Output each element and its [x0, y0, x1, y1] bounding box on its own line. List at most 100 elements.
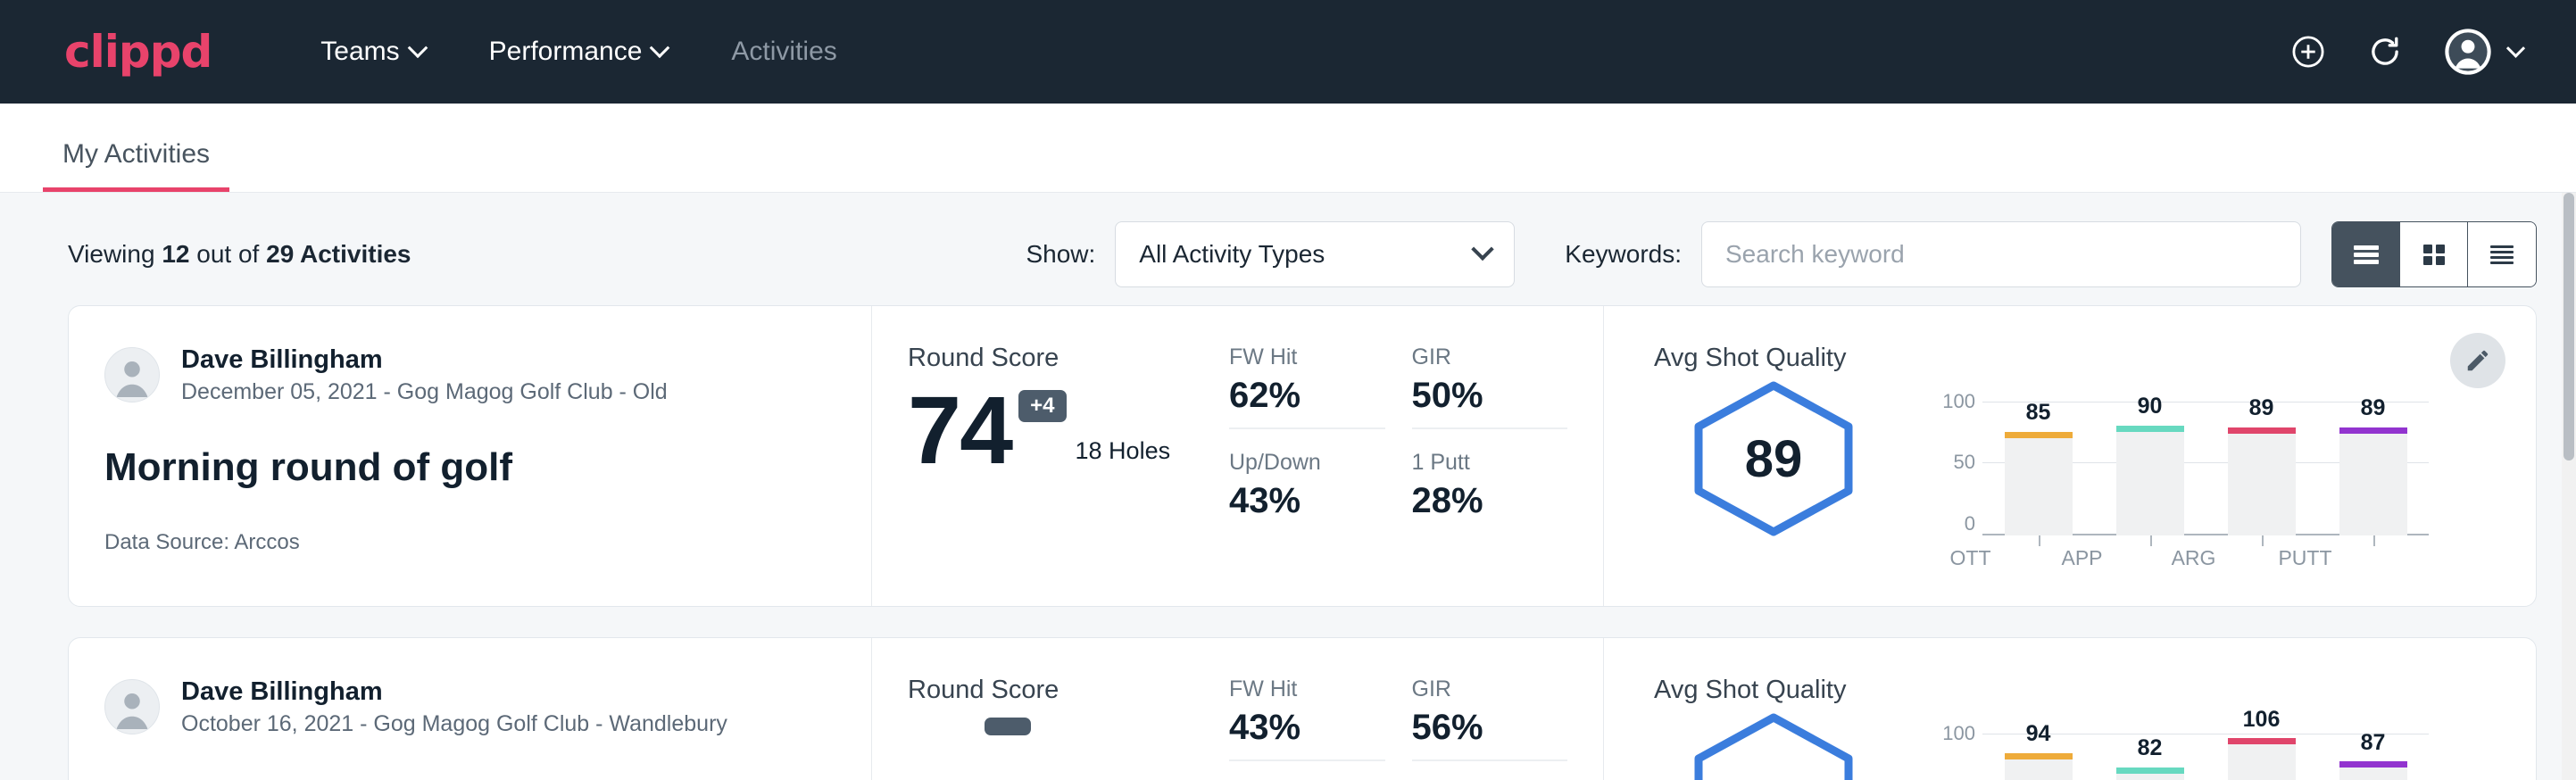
bar-app: 82 — [2116, 734, 2184, 780]
bar-arg: 106 — [2228, 734, 2296, 780]
bar-ott: 94 — [2005, 734, 2073, 780]
bar-app-cap — [2116, 426, 2184, 432]
viewing-prefix: Viewing — [68, 240, 155, 268]
stat-gir-value: 50% — [1412, 378, 1568, 413]
quality-hexagon: 89 — [1684, 378, 1863, 539]
add-activity-button[interactable] — [2289, 33, 2327, 71]
avg-shot-quality-body: 89 100 50 0 — [1654, 378, 2536, 570]
stat-one-putt-label: 1 Putt — [1412, 449, 1568, 476]
plus-circle-icon — [2289, 33, 2327, 71]
top-bar-actions — [2289, 27, 2544, 77]
show-label: Show: — [1026, 240, 1095, 269]
round-stats: FW Hit 62% GIR 50% Up/Down 43% 1 Putt 28… — [1229, 306, 1604, 606]
stat-gir-value: 56% — [1412, 709, 1568, 745]
filter-controls: Show: All Activity Types Keywords: — [1026, 221, 2537, 287]
account-menu[interactable] — [2443, 27, 2522, 77]
chevron-down-icon — [650, 37, 670, 58]
stat-up-down: Up/Down 43% — [1229, 449, 1385, 533]
score-to-par-badge — [985, 718, 1031, 735]
chart-bars: 85 90 — [1982, 402, 2429, 535]
refresh-button[interactable] — [2366, 33, 2404, 71]
avg-shot-quality-body: 100 50 0 94 — [1654, 710, 2536, 780]
bar-arg: 89 — [2228, 402, 2296, 535]
clippd-logo[interactable]: clippd — [64, 29, 212, 74]
bar-ott: 85 — [2005, 402, 2073, 535]
stat-gir-label: GIR — [1412, 676, 1568, 702]
tick-arg — [2262, 535, 2264, 546]
round-stats: FW Hit 43% GIR 56% — [1229, 638, 1604, 780]
holes-played: 18 Holes — [1076, 437, 1171, 465]
nav-item-teams[interactable]: Teams — [288, 28, 456, 76]
quality-hexagon — [1684, 710, 1863, 780]
top-navigation-bar: clippd Teams Performance Activities — [0, 0, 2576, 104]
activity-type-select[interactable]: All Activity Types — [1115, 221, 1515, 287]
view-mode-toggle — [2331, 221, 2537, 287]
quality-score-value — [1684, 710, 1863, 780]
viewing-total: 29 Activities — [266, 240, 411, 268]
avatar — [104, 679, 160, 734]
nav-item-teams-label: Teams — [320, 37, 399, 67]
round-score-value-row: 74 +4 18 Holes — [908, 386, 1229, 474]
stat-fw-hit-value: 62% — [1229, 378, 1385, 413]
nav-item-performance-label: Performance — [489, 37, 643, 67]
chart-x-labels: OTT APP ARG PUTT — [1915, 546, 2361, 570]
avg-shot-quality-block: Avg Shot Quality 89 100 50 0 — [1604, 306, 2536, 606]
view-mode-grid[interactable] — [2400, 222, 2468, 286]
x-label-app: APP — [2048, 546, 2116, 570]
activity-type-select-value: All Activity Types — [1139, 240, 1325, 269]
shot-quality-chart: 100 50 0 94 — [1931, 710, 2429, 780]
bar-app: 90 — [2116, 402, 2184, 535]
viewing-middle: out of — [196, 240, 259, 268]
view-mode-list[interactable] — [2332, 222, 2400, 286]
search-input[interactable] — [1701, 221, 2301, 287]
x-label-putt: PUTT — [2272, 546, 2339, 570]
page-scrollbar[interactable] — [2562, 193, 2576, 780]
page-body: Viewing 12 out of 29 Activities Show: Al… — [0, 193, 2576, 780]
tab-strip: My Activities — [0, 104, 2576, 193]
filter-bar: Viewing 12 out of 29 Activities Show: Al… — [0, 193, 2576, 305]
activity-summary: Dave Billingham October 16, 2021 - Gog M… — [69, 638, 872, 780]
chevron-down-icon — [407, 37, 428, 58]
scrollbar-thumb[interactable] — [2564, 193, 2574, 461]
activity-card[interactable]: Dave Billingham October 16, 2021 - Gog M… — [68, 637, 2537, 780]
bar-putt-value: 87 — [2339, 730, 2407, 756]
pencil-icon — [2464, 347, 2491, 374]
activity-user-name: Dave Billingham — [181, 344, 668, 376]
round-score-block: Round Score — [872, 638, 1229, 780]
nav-item-activities-label: Activities — [731, 37, 836, 67]
tick-app — [2150, 535, 2152, 546]
chart-plot-area: 94 82 — [1982, 734, 2429, 780]
nav-item-performance[interactable]: Performance — [457, 28, 700, 76]
view-mode-compact[interactable] — [2468, 222, 2536, 286]
bar-app-cap — [2116, 768, 2184, 774]
bar-ott-cap — [2005, 753, 2073, 759]
round-score-label: Round Score — [908, 676, 1229, 705]
shot-quality-chart: 100 50 0 85 — [1931, 378, 2429, 535]
chart-y-axis: 100 50 0 — [1931, 402, 1982, 535]
account-avatar-icon — [2443, 27, 2493, 77]
bar-arg-value: 89 — [2228, 395, 2296, 421]
bar-putt-cap — [2339, 427, 2407, 434]
activity-card[interactable]: Dave Billingham December 05, 2021 - Gog … — [68, 305, 2537, 607]
nav-item-activities[interactable]: Activities — [699, 28, 868, 76]
edit-activity-button[interactable] — [2450, 333, 2505, 388]
activity-user: Dave Billingham October 16, 2021 - Gog M… — [104, 676, 835, 739]
stat-fw-hit-label: FW Hit — [1229, 344, 1385, 370]
stat-gir: GIR 56% — [1412, 676, 1568, 761]
bar-putt: 89 — [2339, 402, 2407, 535]
viewing-count: 12 — [162, 240, 189, 268]
compact-view-icon — [2486, 241, 2518, 268]
keywords-label: Keywords: — [1565, 240, 1682, 269]
y-tick-100: 100 — [1942, 722, 1975, 745]
stat-one-putt-value: 28% — [1412, 483, 1568, 519]
activity-user-name: Dave Billingham — [181, 676, 727, 708]
bar-app-value: 82 — [2116, 735, 2184, 761]
tab-my-activities[interactable]: My Activities — [43, 141, 229, 192]
stat-fw-hit-label: FW Hit — [1229, 676, 1385, 702]
score-to-par-badge: +4 — [1018, 390, 1066, 422]
refresh-icon — [2366, 33, 2404, 71]
bar-arg-value: 106 — [2228, 707, 2296, 733]
chevron-down-icon — [1472, 238, 1494, 261]
avg-shot-quality-label: Avg Shot Quality — [1654, 676, 2536, 705]
stat-gir-label: GIR — [1412, 344, 1568, 370]
